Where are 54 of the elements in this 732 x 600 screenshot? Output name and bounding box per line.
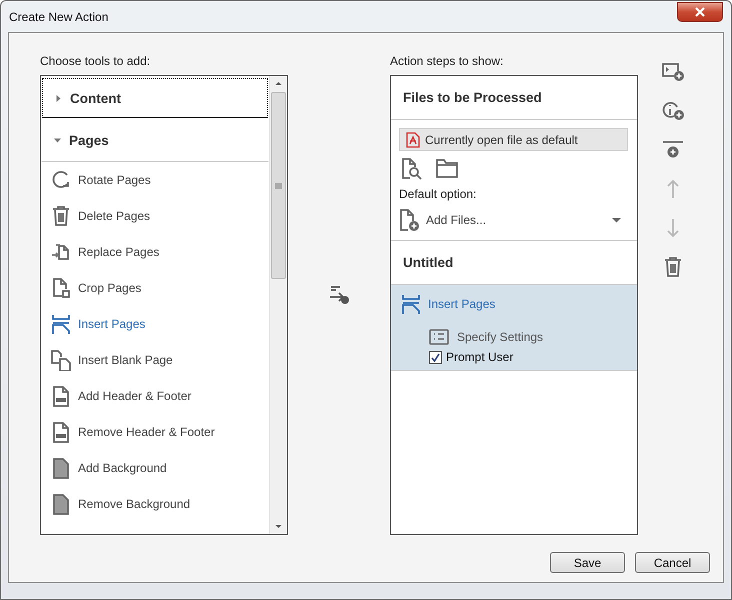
tool-item[interactable]: Replace Pages — [41, 234, 269, 270]
settings-link[interactable]: Specify Settings — [457, 330, 544, 344]
tool-item[interactable]: Insert Blank Page — [41, 342, 269, 378]
dropdown-caret-icon — [612, 217, 621, 223]
add-info-icon — [660, 100, 686, 122]
section-heading: Files to be Processed — [403, 90, 542, 105]
check-icon — [431, 352, 440, 362]
default-option-label: Default option: — [399, 187, 478, 202]
insert-pages-icon — [50, 313, 72, 335]
tool-item[interactable]: Delete Pages — [41, 198, 269, 234]
add-step-icon — [328, 284, 350, 304]
rotate-icon — [50, 169, 72, 191]
settings-list-icon[interactable] — [429, 329, 449, 345]
cancel-button[interactable]: Cancel — [635, 552, 710, 573]
tool-item[interactable]: Add Background — [41, 450, 269, 486]
tool-item[interactable]: Rotate Pages — [41, 162, 269, 198]
add-file-icon — [399, 208, 421, 232]
source-button[interactable]: Currently open file as default — [399, 128, 628, 151]
close-icon — [695, 6, 705, 16]
section-heading: Untitled — [403, 255, 454, 270]
pdf-file-icon — [406, 132, 420, 148]
action-step[interactable]: Insert Pages Specify Settings Prompt User — [391, 285, 637, 371]
folder-icon[interactable] — [435, 157, 459, 179]
background-page-icon — [50, 457, 72, 479]
header-footer-icon — [50, 421, 72, 443]
insert-blank-page-icon — [50, 349, 72, 371]
insert-pages-icon — [400, 293, 422, 315]
caret-down-icon[interactable] — [54, 136, 61, 144]
tool-item[interactable]: Crop Pages — [41, 270, 269, 306]
add-media-icon — [660, 61, 686, 83]
steps-label: Action steps to show: — [390, 54, 504, 69]
tool-item[interactable]: Remove Background — [41, 486, 269, 522]
default-option-dropdown[interactable]: Add Files... — [399, 208, 629, 232]
trash-icon — [50, 205, 72, 227]
close-button[interactable] — [677, 2, 723, 22]
scrollbar[interactable] — [269, 76, 287, 534]
step-title: Insert Pages — [428, 297, 496, 311]
tool-item[interactable]: Add Header & Footer — [41, 378, 269, 414]
grip-icon — [275, 182, 282, 188]
tool-item[interactable]: Insert Pages — [41, 306, 269, 342]
checkbox-label: Prompt User — [446, 350, 514, 364]
prompt-checkbox[interactable] — [429, 350, 442, 364]
save-button[interactable]: Save — [550, 552, 625, 573]
toolbar-button[interactable] — [659, 60, 687, 84]
replace-pages-icon — [50, 241, 72, 263]
tool-item[interactable]: Remove Header & Footer — [41, 414, 269, 450]
window-title: Create New Action — [9, 10, 108, 24]
header-footer-icon — [50, 385, 72, 407]
tools-label: Choose tools to add: — [40, 54, 152, 69]
background-page-icon — [50, 493, 72, 515]
crop-page-icon — [50, 277, 72, 299]
caret-right-icon[interactable] — [55, 94, 62, 102]
group-header[interactable]: Content — [42, 78, 268, 118]
scroll-thumb[interactable] — [271, 92, 286, 279]
